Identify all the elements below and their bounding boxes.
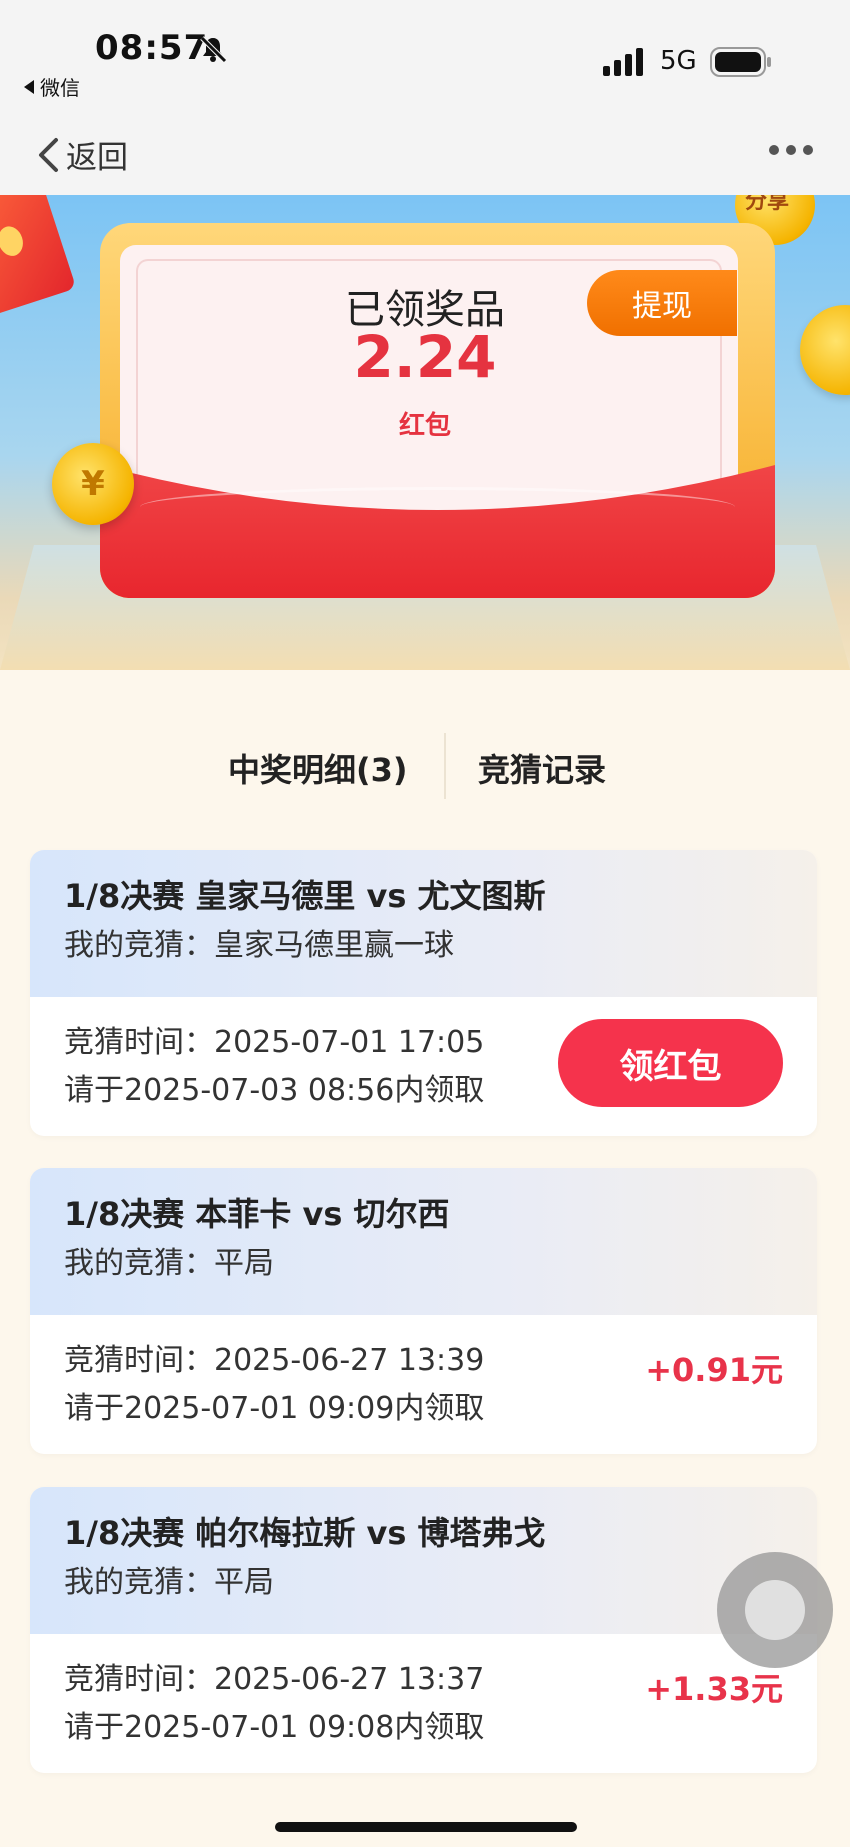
tab-prize-details[interactable]: 中奖明细(3) — [228, 745, 408, 791]
assistive-touch-inner — [745, 1580, 805, 1640]
home-indicator[interactable] — [275, 1822, 577, 1832]
match-title: 1/8决赛 本菲卡 vs 切尔西 — [64, 1195, 450, 1233]
withdraw-button[interactable]: 提现 — [587, 270, 737, 336]
card-header: 1/8决赛 帕尔梅拉斯 vs 博塔弗戈 我的竞猜：平局 — [30, 1487, 817, 1634]
card-body: 竞猜时间：2025-06-27 13:37 请于2025-07-01 09:08… — [30, 1634, 817, 1773]
back-to-app[interactable]: 微信 — [24, 72, 80, 101]
tab-divider — [444, 733, 446, 799]
share-badge[interactable]: 分享 — [745, 195, 789, 215]
reward-amount: +1.33元 — [645, 1670, 783, 1708]
card-header: 1/8决赛 皇家马德里 vs 尤文图斯 我的竞猜：皇家马德里赢一球 — [30, 850, 817, 997]
card-body: 竞猜时间：2025-07-01 17:05 请于2025-07-03 08:56… — [30, 997, 817, 1136]
reward-amount: +0.91元 — [645, 1351, 783, 1389]
back-app-label: 微信 — [40, 76, 80, 100]
record-tabs: 中奖明细(3) 竞猜记录 — [0, 715, 850, 799]
network-label: 5G — [660, 46, 697, 76]
my-guess: 我的竞猜：皇家马德里赢一球 — [64, 928, 454, 963]
back-label: 返回 — [66, 140, 128, 176]
prize-record-card: 1/8决赛 帕尔梅拉斯 vs 博塔弗戈 我的竞猜：平局 竞猜时间：2025-06… — [30, 1487, 817, 1773]
more-icon[interactable] — [768, 142, 814, 158]
prize-unit: 红包 — [398, 411, 451, 441]
status-time: 08:57 — [95, 28, 209, 68]
my-guess: 我的竞猜：平局 — [64, 1246, 274, 1281]
prize-banner: 分享 已领奖品 2.24 红包 提现 ¥ — [0, 195, 850, 670]
claim-deadline: 请于2025-07-01 09:09内领取 — [64, 1391, 485, 1426]
nav-bar: 返回 — [0, 110, 850, 195]
chevron-left-icon — [39, 137, 58, 172]
pocket-highlight — [140, 487, 735, 527]
assistive-touch-button[interactable] — [717, 1552, 833, 1668]
card-header: 1/8决赛 本菲卡 vs 切尔西 我的竞猜：平局 — [30, 1168, 817, 1315]
status-bar: 08:57 微信 5G — [0, 0, 850, 110]
match-title: 1/8决赛 皇家马德里 vs 尤文图斯 — [64, 877, 546, 915]
claim-red-packet-button[interactable]: 领红包 — [558, 1019, 783, 1107]
match-title: 1/8决赛 帕尔梅拉斯 vs 博塔弗戈 — [64, 1514, 546, 1552]
claim-deadline: 请于2025-07-01 09:08内领取 — [64, 1710, 485, 1745]
prize-record-card: 1/8决赛 本菲卡 vs 切尔西 我的竞猜：平局 竞猜时间：2025-06-27… — [30, 1168, 817, 1454]
back-button[interactable]: 返回 — [36, 132, 128, 177]
yen-coin-icon: ¥ — [52, 443, 134, 525]
signal-icon — [603, 48, 643, 76]
prize-record-card: 1/8决赛 皇家马德里 vs 尤文图斯 我的竞猜：皇家马德里赢一球 竞猜时间：2… — [30, 850, 817, 1136]
battery-icon — [710, 47, 771, 77]
back-triangle-icon — [24, 80, 34, 94]
bell-muted-icon — [200, 36, 227, 63]
card-body: 竞猜时间：2025-06-27 13:39 请于2025-07-01 09:09… — [30, 1315, 817, 1454]
my-guess: 我的竞猜：平局 — [64, 1565, 274, 1600]
tab-guess-records[interactable]: 竞猜记录 — [478, 745, 606, 791]
